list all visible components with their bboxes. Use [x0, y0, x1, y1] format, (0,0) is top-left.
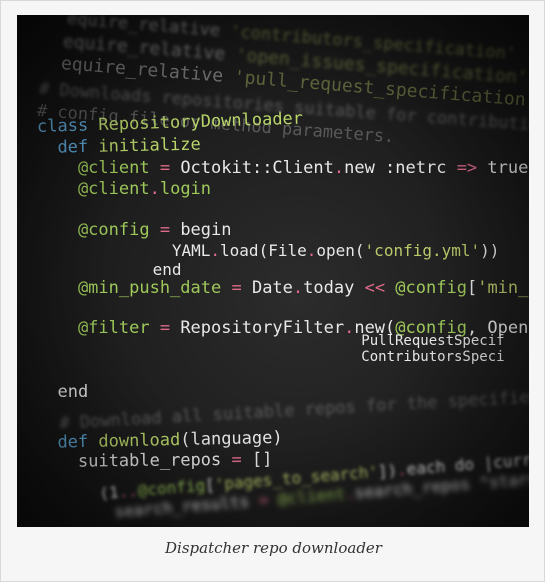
code-token: open(	[316, 241, 365, 260]
code-line: @client = Octokit::Client.new :netrc => …	[37, 158, 529, 178]
code-photo: equire_relative 'contributors_specificat…	[17, 15, 529, 527]
code-token: .	[292, 278, 304, 298]
code-token: ContributorsSpeci	[41, 349, 505, 365]
photo-caption: Dispatcher repo downloader	[165, 539, 382, 557]
code-token: =	[159, 158, 181, 178]
code-line: @config = begin	[37, 220, 232, 240]
code-line: @min_push_date = Date.today << @config['…	[37, 278, 529, 298]
code-token: def	[36, 136, 99, 158]
code-token: ])	[377, 460, 398, 482]
code-token: today	[303, 278, 365, 298]
code-line: end	[37, 382, 88, 402]
code-token: @client	[277, 484, 346, 509]
code-token: begin	[180, 220, 232, 240]
code-token: Date	[251, 278, 293, 298]
code-token: download	[98, 430, 181, 452]
code-token: end	[37, 382, 89, 402]
code-token: (language)	[180, 427, 283, 450]
code-token: # Download all suitable repos for the sp…	[38, 385, 529, 435]
code-token: def	[36, 431, 99, 453]
code-line: PullRequestSpecif	[41, 333, 505, 349]
code-token: load(File	[220, 241, 307, 260]
code-token: PullRequestSpecif	[41, 333, 505, 349]
code-token: ..	[117, 480, 139, 502]
code-token: 'min_mont	[477, 278, 529, 298]
code-token: []	[251, 449, 273, 470]
code-token: @client	[37, 179, 150, 199]
code-token: 'config.yml'	[364, 241, 481, 260]
code-line: # Download all suitable repos for the sp…	[38, 385, 529, 435]
code-token: class	[36, 115, 99, 137]
code-line: ContributorsSpeci	[41, 349, 505, 365]
photo-frame: equire_relative 'contributors_specificat…	[0, 0, 545, 582]
code-token: ))	[480, 241, 500, 260]
code-line: end	[37, 260, 182, 279]
code-token: @client	[37, 158, 160, 178]
code-token: new :netrc	[344, 158, 457, 178]
code-token: suitable_repos	[36, 449, 232, 472]
code-token: end	[37, 260, 182, 279]
code-token: =>	[456, 158, 488, 178]
code-token: .	[333, 158, 345, 178]
code-token: =	[231, 449, 253, 470]
code-token: @min_push_date	[37, 278, 232, 298]
code-token: true, :p	[487, 158, 529, 178]
code-line: def initialize	[37, 135, 201, 158]
code-token: =	[159, 220, 181, 240]
code-line: YAML.load(File.open('config.yml'))	[37, 241, 500, 260]
code-token: <<	[364, 278, 396, 298]
code-token: =	[231, 278, 252, 298]
code-token: .	[306, 241, 317, 260]
code-token: @config	[395, 278, 467, 298]
code-token: .	[210, 241, 221, 260]
code-token: .	[149, 179, 160, 199]
code-token: [	[466, 278, 478, 298]
code-token: @config	[37, 220, 160, 240]
code-line: @client.login	[37, 179, 211, 199]
code-token: Octokit::Client	[180, 158, 334, 178]
code-token: YAML	[37, 241, 211, 260]
code-token: =	[257, 489, 279, 511]
code-line: suitable_repos = []	[37, 450, 273, 472]
code-token: initialize	[98, 134, 201, 157]
code-token: login	[159, 179, 212, 199]
